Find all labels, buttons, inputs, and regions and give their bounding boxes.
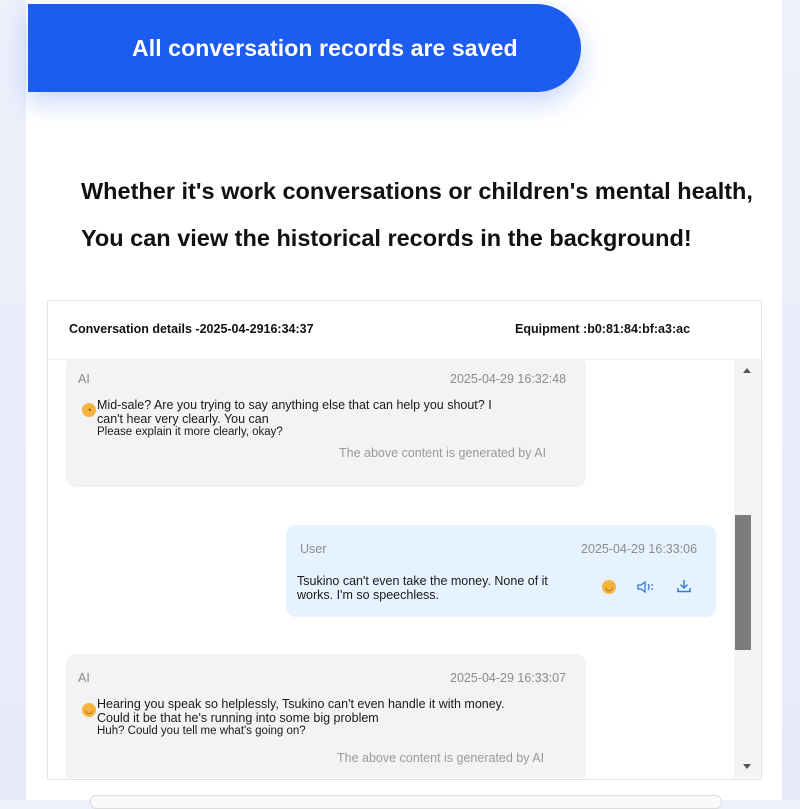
scroll-down-arrow-icon[interactable]: [743, 764, 751, 769]
message-role: AI: [78, 671, 90, 685]
headline: Whether it's work conversations or child…: [81, 168, 800, 262]
speaker-icon[interactable]: [637, 578, 655, 596]
message-list[interactable]: AI 2025-04-29 16:32:48 ◔ Mid-sale? Are y…: [48, 360, 734, 778]
headline-line-2: You can view the historical records in t…: [81, 225, 692, 251]
surprised-face-icon: ◔: [82, 403, 96, 417]
ai-generated-note: The above content is generated by AI: [337, 751, 545, 765]
bottom-input-bar[interactable]: [90, 795, 722, 809]
ai-generated-note: The above content is generated by AI: [339, 446, 547, 460]
ai-message: AI 2025-04-29 16:32:48 ◔ Mid-sale? Are y…: [66, 360, 586, 487]
message-text: Hearing you speak so helplessly, Tsukino…: [97, 697, 505, 737]
scrollbar[interactable]: [734, 360, 761, 778]
message-role: User: [300, 542, 327, 556]
message-time: 2025-04-29 16:33:06: [581, 542, 698, 556]
sad-face-icon: ◡: [602, 580, 616, 594]
message-text: Mid-sale? Are you trying to say anything…: [97, 398, 492, 438]
banner-text: All conversation records are saved: [132, 34, 518, 61]
equipment-id: Equipment :b0:81:84:bf:a3:ac: [515, 322, 691, 336]
sad-face-icon: ◡: [82, 703, 96, 717]
panel-header: Conversation details -2025-04-2916:34:37…: [48, 301, 761, 360]
conversation-panel: Conversation details -2025-04-2916:34:37…: [47, 300, 762, 780]
user-message: User 2025-04-29 16:33:06 Tsukino can't e…: [286, 525, 716, 617]
ai-message: AI 2025-04-29 16:33:07 ◡ Hearing you spe…: [66, 654, 586, 778]
conversation-title: Conversation details -2025-04-2916:34:37: [69, 322, 314, 336]
headline-line-1: Whether it's work conversations or child…: [81, 178, 753, 204]
message-time: 2025-04-29 16:33:07: [450, 671, 567, 685]
scrollbar-thumb[interactable]: [735, 515, 751, 650]
message-time: 2025-04-29 16:32:48: [450, 372, 567, 386]
message-role: AI: [78, 372, 90, 386]
promo-banner: All conversation records are saved: [28, 4, 581, 92]
download-icon[interactable]: [675, 577, 693, 595]
scroll-up-arrow-icon[interactable]: [743, 368, 751, 373]
message-text: Tsukino can't even take the money. None …: [297, 574, 548, 602]
